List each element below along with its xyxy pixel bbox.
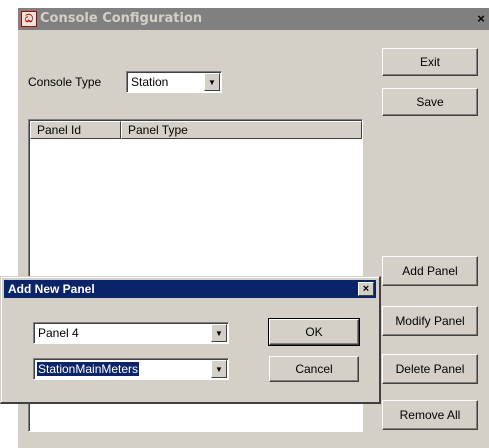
console-type-dropdown[interactable]: Station ▼ [126,71,222,93]
panel-type-value: StationMainMeters [37,362,140,376]
add-new-panel-dialog: Add New Panel × Panel 4 ▼ StationMainMet… [0,276,381,404]
cancel-button[interactable]: Cancel [269,356,359,382]
column-header-panel-type[interactable]: Panel Type [121,121,362,139]
delete-panel-button[interactable]: Delete Panel [382,354,478,384]
dialog-title: Add New Panel [8,282,95,296]
save-button[interactable]: Save [382,88,478,116]
modify-panel-button[interactable]: Modify Panel [382,306,478,336]
chevron-down-icon[interactable]: ▼ [211,360,227,378]
window-title: Console Configuration [40,11,203,26]
panel-type-dropdown[interactable]: StationMainMeters ▼ [33,358,229,380]
ok-button[interactable]: OK [268,318,360,346]
column-header-panel-id[interactable]: Panel Id [30,121,121,139]
console-type-value: Station [131,75,169,89]
chevron-down-icon[interactable]: ▼ [204,73,220,91]
dialog-close-icon[interactable]: × [358,282,374,296]
exit-button[interactable]: Exit [382,48,478,76]
app-icon: ධ [21,11,37,27]
chevron-down-icon[interactable]: ▼ [211,324,227,342]
panel-name-value: Panel 4 [38,326,79,340]
close-icon[interactable]: × [473,12,489,26]
console-type-label: Console Type [28,75,102,89]
remove-all-button[interactable]: Remove All [382,400,478,430]
title-bar[interactable]: ධ Console Configuration × [18,8,489,30]
dialog-title-bar[interactable]: Add New Panel × [4,280,376,298]
panel-list-header: Panel Id Panel Type [30,121,362,139]
panel-name-dropdown[interactable]: Panel 4 ▼ [33,322,229,344]
add-panel-button[interactable]: Add Panel [382,256,478,286]
